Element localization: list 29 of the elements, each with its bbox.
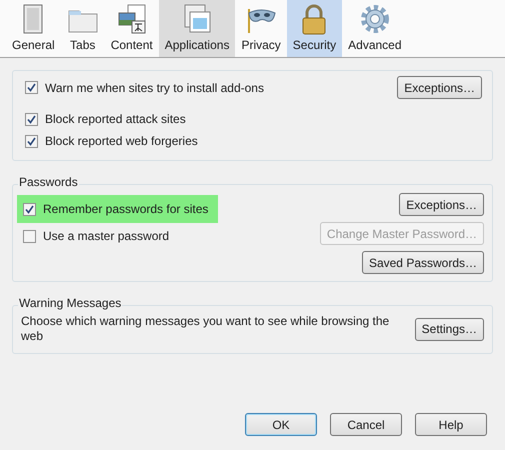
preferences-tab[interactable]: Tabs — [60, 0, 105, 57]
checkbox[interactable] — [23, 202, 36, 216]
checkbox[interactable] — [23, 230, 36, 242]
dialog-button[interactable]: Settings… — [414, 318, 484, 340]
group-title: Passwords — [18, 175, 79, 189]
preferences-tab[interactable]: Content — [104, 0, 159, 57]
checkbox-label[interactable]: Block reported web forgeries — [45, 132, 198, 150]
dialog-button[interactable]: Exceptions… — [397, 76, 482, 99]
preferences-tab[interactable]: Privacy — [235, 0, 287, 57]
dialog-button[interactable]: Cancel — [330, 413, 402, 436]
dialog-button[interactable]: Saved Passwords… — [362, 251, 484, 274]
checkbox-label[interactable]: Use a master password — [43, 227, 170, 245]
checkbox[interactable] — [25, 134, 38, 148]
preferences-tab[interactable]: Security — [286, 0, 342, 57]
preferences-tab[interactable]: General — [6, 0, 61, 57]
group-title: Warning Messages — [18, 296, 122, 310]
gear-icon — [358, 3, 391, 35]
checkbox-label[interactable]: Remember passwords for sites — [43, 200, 208, 218]
dialog-button[interactable]: Help — [415, 413, 487, 436]
checkbox[interactable] — [25, 112, 38, 126]
checkbox-label[interactable]: Warn me when sites try to install add-ons — [45, 78, 264, 96]
picture-document-icon — [116, 3, 148, 35]
dialog-button[interactable]: OK — [245, 413, 317, 436]
dialog-button[interactable]: Exceptions… — [399, 193, 484, 216]
preferences-tab[interactable]: Advanced — [342, 0, 408, 57]
checkbox-label[interactable]: Block reported attack sites — [45, 110, 186, 128]
description-text: Choose which warning messages you want to see while browsing the web — [21, 314, 390, 344]
preferences-tab[interactable]: Applications — [158, 0, 236, 57]
checkbox[interactable] — [25, 81, 38, 94]
